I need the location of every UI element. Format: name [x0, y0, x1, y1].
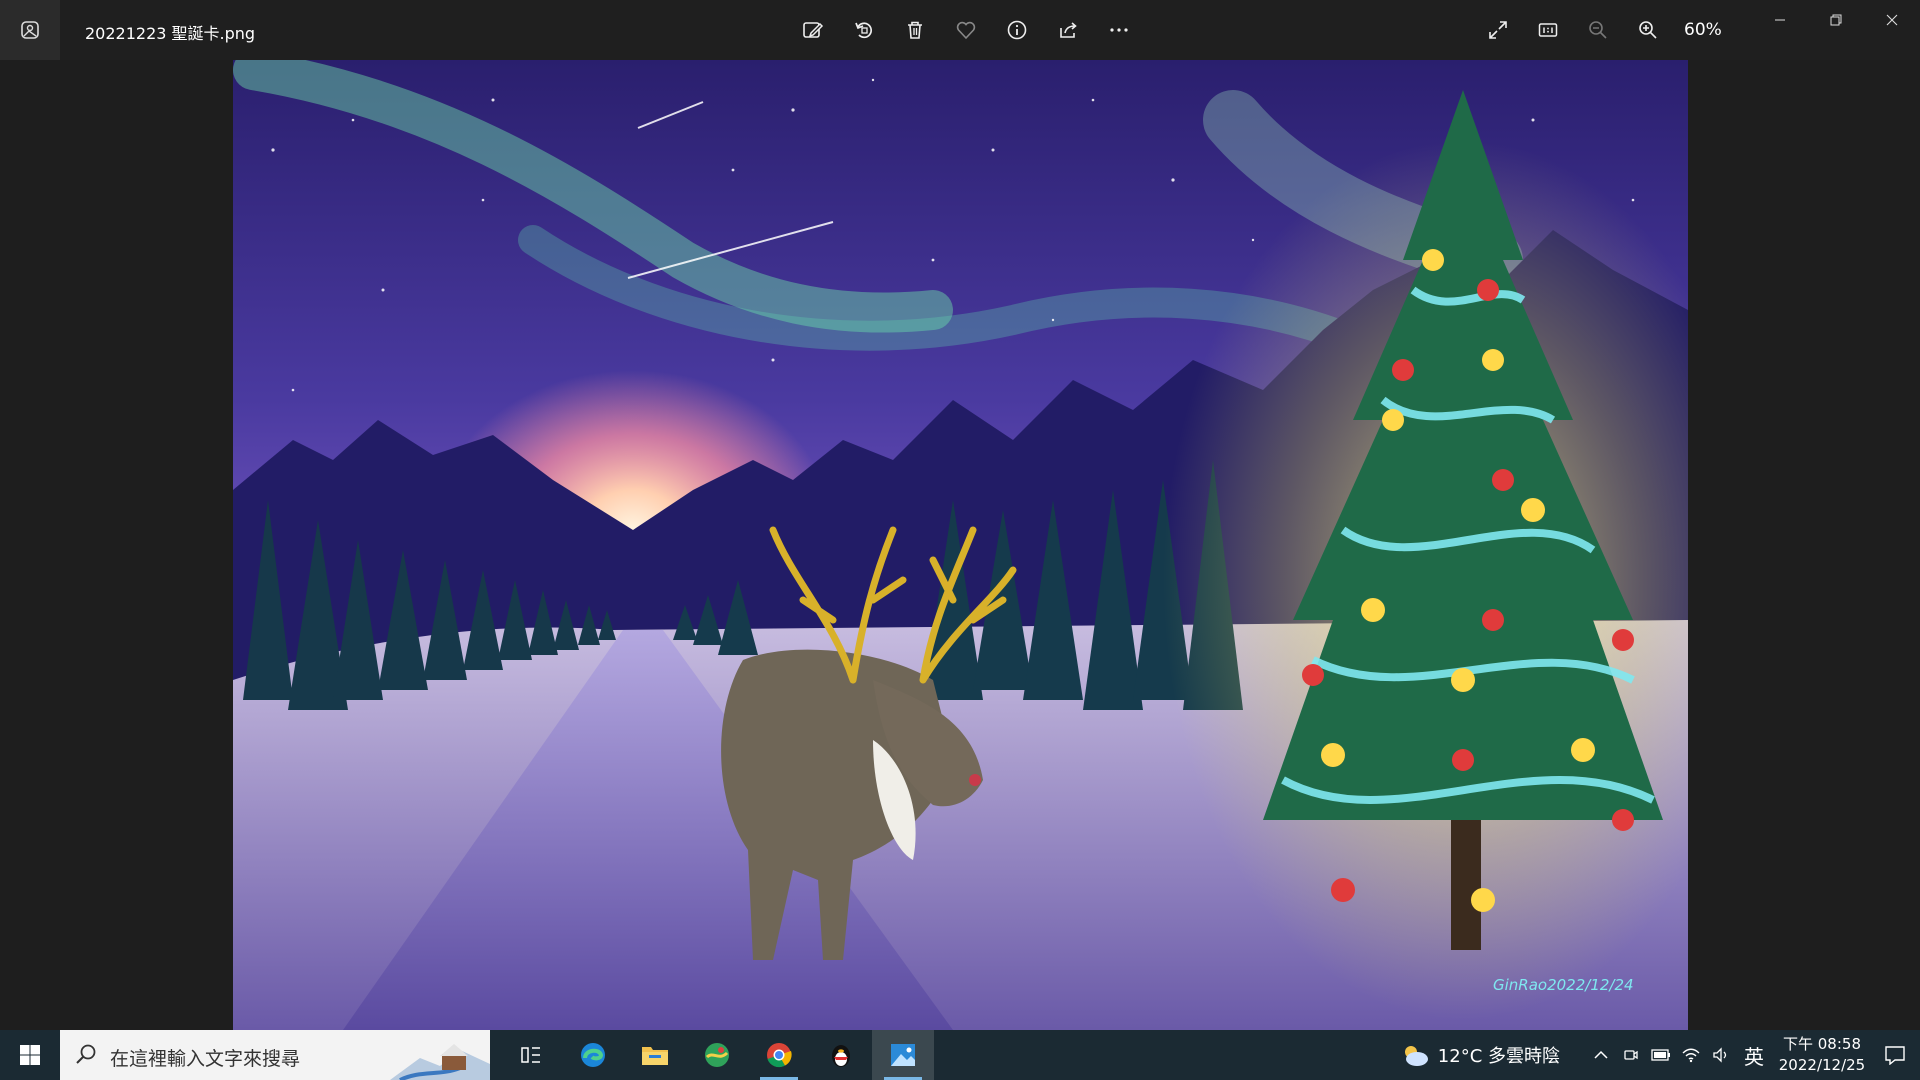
file-explorer-app[interactable] — [624, 1030, 686, 1080]
chrome-browser-icon — [767, 1043, 792, 1068]
restore-icon — [1830, 14, 1842, 26]
photos-app-icon[interactable] — [0, 0, 60, 60]
taskbar-search-box[interactable]: 在這裡輸入文字來搜尋 — [60, 1030, 490, 1080]
close-button[interactable] — [1864, 0, 1920, 40]
photos-icon — [891, 1044, 915, 1066]
zoom-in-icon — [1639, 21, 1657, 39]
folder-icon — [642, 1047, 668, 1065]
task-view-button[interactable] — [500, 1030, 562, 1080]
close-icon — [1886, 14, 1898, 26]
notification-center-button[interactable] — [1870, 1045, 1920, 1065]
expand-icon — [1489, 21, 1507, 39]
view-tools: 60% — [1480, 13, 1722, 47]
info-button[interactable] — [999, 13, 1035, 47]
more-button[interactable] — [1101, 13, 1137, 47]
edit-image-button[interactable] — [795, 13, 831, 47]
map-app-icon — [705, 1043, 729, 1067]
zoom-in-button[interactable] — [1630, 13, 1666, 47]
chevron-up-icon — [1594, 1050, 1608, 1059]
notification-icon — [1885, 1046, 1905, 1065]
taskbar-clock[interactable]: 下午 08:58 2022/12/25 — [1774, 1034, 1870, 1076]
clock-date: 2022/12/25 — [1778, 1056, 1866, 1074]
qq-penguin-icon — [832, 1045, 850, 1067]
volume-tray[interactable] — [1706, 1047, 1736, 1063]
windows-logo-icon — [20, 1045, 40, 1065]
taskbar: 在這裡輸入文字來搜尋 12°C 多雲時陰 英 下午 08:58 2022/12/… — [0, 1030, 1920, 1080]
camera-icon — [1624, 1050, 1638, 1060]
delete-icon — [908, 21, 922, 39]
rotate-button[interactable] — [846, 13, 882, 47]
search-highlight-illustration-icon — [390, 1044, 490, 1080]
chrome-app[interactable] — [748, 1030, 810, 1080]
edit-image-icon — [803, 22, 824, 38]
share-button[interactable] — [1050, 13, 1086, 47]
edge-app[interactable] — [562, 1030, 624, 1080]
task-view-icon — [521, 1047, 540, 1063]
more-icon — [1110, 28, 1128, 32]
input-method-indicator[interactable]: 英 — [1744, 1041, 1764, 1070]
actual-size-button[interactable] — [1530, 13, 1566, 47]
clock-time: 下午 08:58 — [1783, 1035, 1861, 1053]
fullscreen-button[interactable] — [1480, 13, 1516, 47]
minimize-button[interactable] — [1752, 0, 1808, 40]
taskbar-apps — [500, 1030, 934, 1080]
image-viewer[interactable]: GinRao2022/12/24 — [0, 60, 1920, 1030]
battery-tray[interactable] — [1646, 1049, 1676, 1061]
meet-now-tray[interactable] — [1616, 1047, 1646, 1063]
maps-app[interactable] — [686, 1030, 748, 1080]
zoom-level[interactable]: 60% — [1684, 20, 1722, 40]
info-icon — [1007, 20, 1027, 40]
actual-size-icon — [1538, 23, 1558, 37]
file-name: 20221223 聖誕卡.png — [85, 24, 256, 43]
speaker-icon — [1713, 1047, 1727, 1063]
weather-cloudy-icon[interactable] — [1400, 1042, 1430, 1068]
favorite-icon — [956, 21, 976, 40]
share-icon — [1060, 22, 1077, 38]
artist-signature: GinRao2022/12/24 — [1493, 976, 1634, 994]
search-icon — [76, 1044, 96, 1064]
wifi-icon — [1682, 1048, 1700, 1063]
edge-browser-icon — [581, 1043, 605, 1067]
qq-app[interactable] — [810, 1030, 872, 1080]
zoom-out-icon — [1589, 21, 1607, 39]
window-controls — [1752, 0, 1920, 40]
system-tray: 12°C 多雲時陰 英 下午 08:58 2022/12/25 — [1400, 1030, 1920, 1080]
minimize-icon — [1775, 19, 1785, 21]
start-button[interactable] — [0, 1030, 60, 1080]
weather-info[interactable]: 12°C 多雲時陰 — [1438, 1042, 1560, 1068]
toolbar — [795, 13, 1137, 47]
zoom-out-button[interactable] — [1580, 13, 1616, 47]
restore-button[interactable] — [1808, 0, 1864, 40]
rotate-icon — [855, 22, 873, 39]
photos-app[interactable] — [872, 1030, 934, 1080]
favorite-button[interactable] — [948, 13, 984, 47]
delete-button[interactable] — [897, 13, 933, 47]
network-tray[interactable] — [1676, 1047, 1706, 1063]
title-bar: 20221223 聖誕卡.png 60% — [0, 0, 1920, 60]
christmas-card-image[interactable]: GinRao2022/12/24 — [233, 60, 1688, 1030]
search-placeholder: 在這裡輸入文字來搜尋 — [110, 1048, 301, 1070]
show-hidden-icons-button[interactable] — [1586, 1050, 1616, 1060]
battery-icon — [1651, 1049, 1670, 1061]
